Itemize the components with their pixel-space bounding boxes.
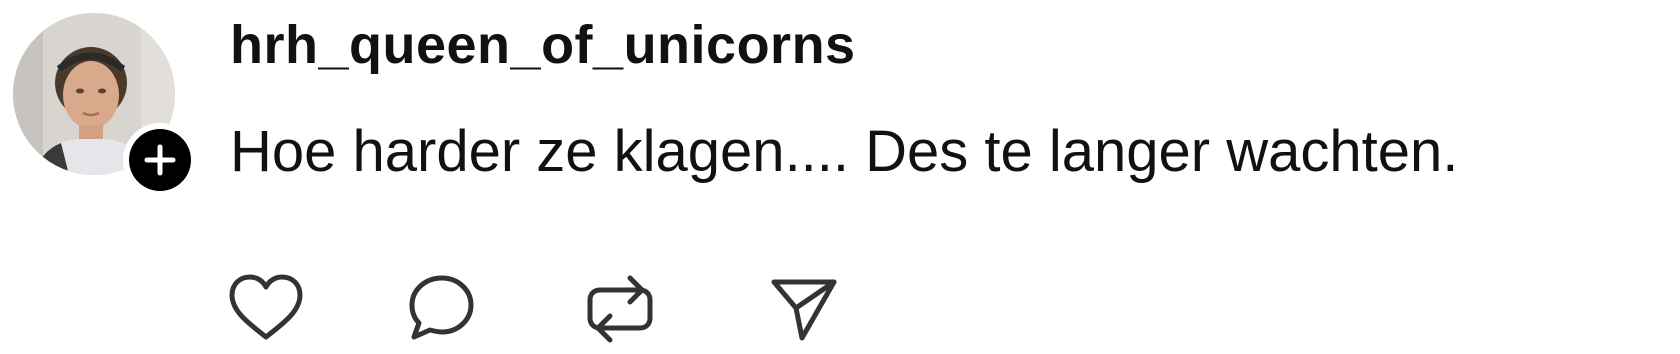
send-icon (771, 279, 837, 341)
follow-badge (129, 129, 191, 191)
comment-icon (409, 275, 474, 340)
post-text: Hoe harder ze klagen.... Des te langer w… (230, 119, 1459, 184)
heart-icon (229, 274, 303, 340)
reply-button[interactable] (404, 270, 480, 346)
username[interactable]: hrh_queen_of_unicorns (230, 14, 856, 76)
repost-icon (587, 275, 653, 343)
avatar-container[interactable] (13, 13, 197, 197)
thread-post: hrh_queen_of_unicorns Hoe harder ze klag… (0, 0, 1680, 354)
repost-button[interactable] (582, 270, 658, 346)
like-button[interactable] (228, 270, 304, 346)
share-button[interactable] (766, 270, 842, 346)
plus-icon (144, 144, 176, 176)
follow-button[interactable] (123, 123, 197, 197)
